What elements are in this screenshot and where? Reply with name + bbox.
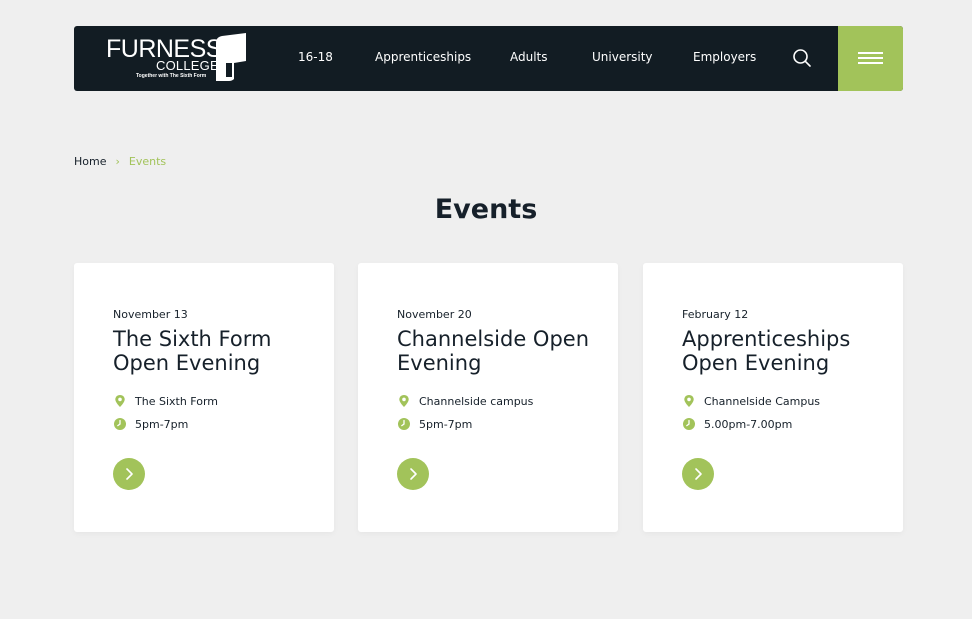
event-location: Channelside campus	[397, 394, 533, 408]
event-location-text: Channelside Campus	[704, 394, 821, 408]
event-location-text: The Sixth Form	[135, 394, 218, 408]
search-icon	[793, 49, 811, 67]
event-card[interactable]: November 13 The Sixth Form Open Evening …	[74, 263, 334, 532]
breadcrumb: Home › Events	[74, 155, 166, 168]
event-location: The Sixth Form	[113, 394, 218, 408]
clock-icon	[398, 418, 410, 430]
event-details-button[interactable]	[682, 458, 714, 490]
event-location: Channelside Campus	[682, 394, 820, 408]
event-title: The Sixth Form Open Evening	[113, 327, 272, 375]
event-time-text: 5pm-7pm	[419, 417, 473, 431]
event-title: Apprenticeships Open Evening	[682, 327, 851, 375]
event-time-text: 5pm-7pm	[135, 417, 189, 431]
site-header: FURNESS COLLEGE Together with The Sixth …	[74, 26, 903, 91]
location-pin-icon	[684, 395, 694, 407]
event-date: November 13	[113, 308, 188, 321]
nav-item-adults[interactable]: Adults	[510, 50, 548, 64]
nav-item-apprenticeships[interactable]: Apprenticeships	[375, 50, 471, 64]
location-pin-icon	[115, 395, 125, 407]
event-details-button[interactable]	[113, 458, 145, 490]
event-date: November 20	[397, 308, 472, 321]
chevron-right-icon	[126, 468, 133, 480]
hamburger-icon	[858, 62, 883, 64]
menu-button[interactable]	[838, 26, 903, 91]
event-details-button[interactable]	[397, 458, 429, 490]
page-title: Events	[434, 194, 538, 225]
event-date: February 12	[682, 308, 749, 321]
breadcrumb-home[interactable]: Home	[74, 155, 106, 168]
hamburger-icon	[858, 52, 883, 54]
chevron-right-icon: ›	[115, 155, 120, 168]
nav-item-16-18[interactable]: 16-18	[298, 50, 333, 64]
event-time: 5pm-7pm	[397, 417, 472, 431]
event-location-text: Channelside campus	[419, 394, 534, 408]
nav-item-university[interactable]: University	[592, 50, 653, 64]
event-card[interactable]: February 12 Apprenticeships Open Evening…	[643, 263, 903, 532]
chevron-right-icon	[695, 468, 702, 480]
clock-icon	[683, 418, 695, 430]
event-time: 5pm-7pm	[113, 417, 188, 431]
clock-icon	[114, 418, 126, 430]
nav-item-employers[interactable]: Employers	[693, 50, 756, 64]
breadcrumb-current: Events	[128, 155, 167, 168]
main-nav: 16-18 Apprenticeships Adults University …	[74, 26, 903, 91]
event-time: 5.00pm-7.00pm	[682, 417, 792, 431]
search-button[interactable]	[790, 46, 814, 70]
event-time-text: 5.00pm-7.00pm	[704, 417, 793, 431]
chevron-right-icon	[410, 468, 417, 480]
location-pin-icon	[399, 395, 409, 407]
hamburger-icon	[858, 57, 883, 59]
event-title: Channelside Open Evening	[397, 327, 590, 375]
event-card[interactable]: November 20 Channelside Open Evening Cha…	[358, 263, 618, 532]
